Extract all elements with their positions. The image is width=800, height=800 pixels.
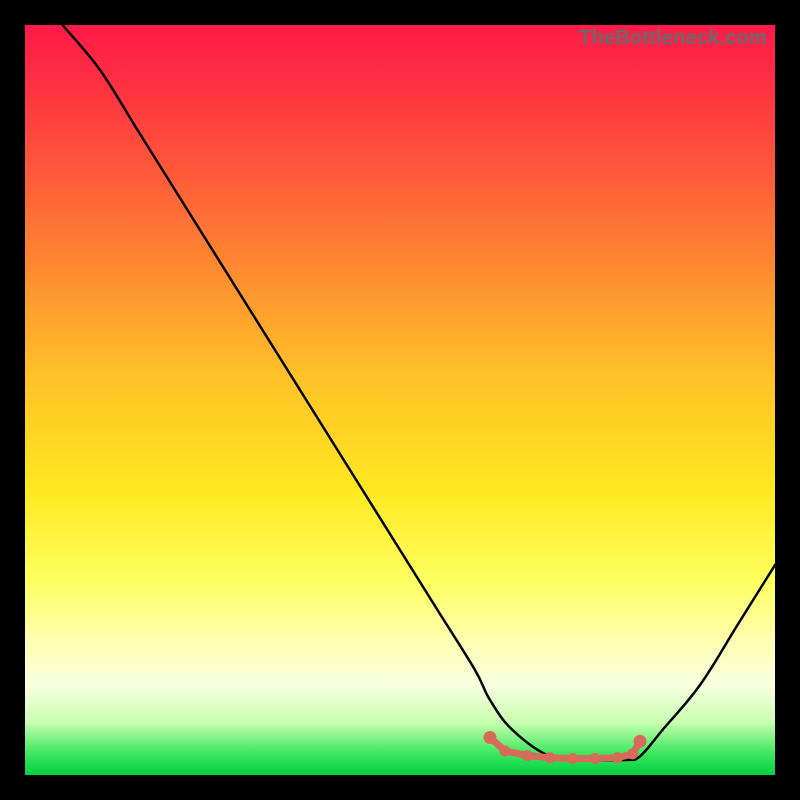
- data-marker: [545, 752, 556, 763]
- data-marker: [500, 746, 511, 757]
- marker-group: [484, 731, 647, 764]
- bottleneck-curve: [63, 25, 776, 761]
- plot-area: TheBottleneck.com: [25, 25, 775, 775]
- chart-svg: [25, 25, 775, 775]
- data-marker: [522, 750, 533, 761]
- data-marker: [627, 749, 638, 760]
- data-marker: [612, 752, 623, 763]
- data-marker: [590, 753, 601, 764]
- data-marker: [567, 753, 578, 764]
- data-marker: [484, 731, 497, 744]
- data-marker: [634, 735, 647, 748]
- chart-frame: TheBottleneck.com: [0, 0, 800, 800]
